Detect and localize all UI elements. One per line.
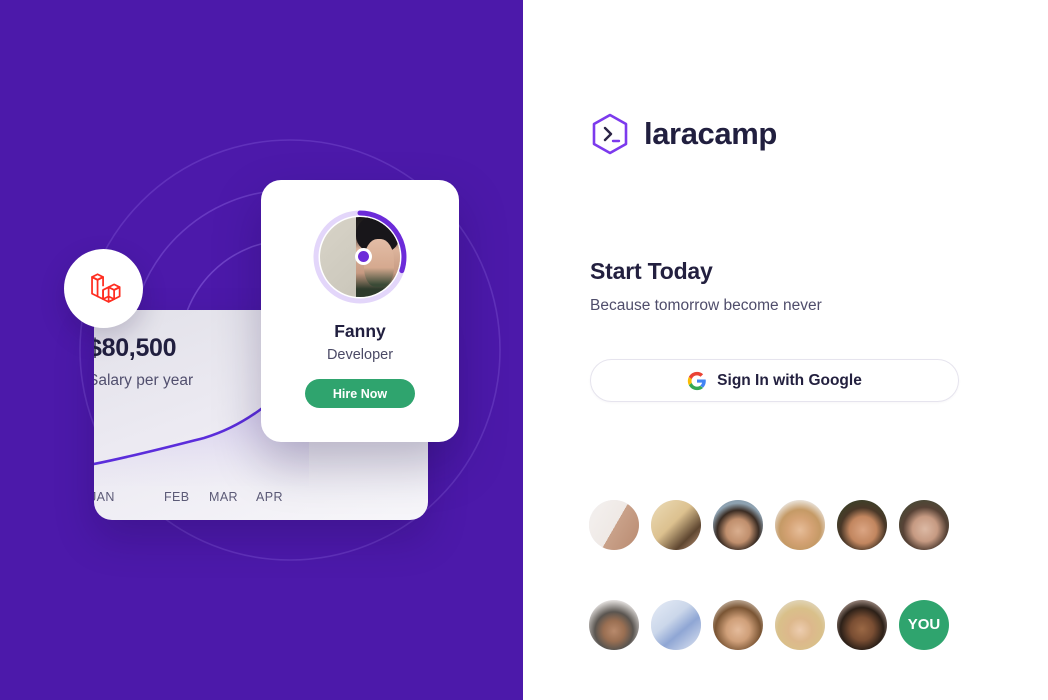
chart-month-labels: JAN FEB MAR APR: [94, 490, 428, 510]
laravel-badge: [64, 249, 143, 328]
member-avatar-3[interactable]: [713, 500, 763, 550]
avatar-row-2: YOU: [589, 600, 949, 650]
page-title: Start Today: [590, 258, 713, 284]
member-avatar-6[interactable]: [899, 500, 949, 550]
left-hero-panel: $80,500 Salary per year JAN FEB MAR APR: [0, 0, 523, 700]
google-g-icon: [688, 371, 706, 390]
member-avatar-5[interactable]: [837, 500, 887, 550]
member-avatar-2[interactable]: [651, 500, 701, 550]
chart-tick-apr: APR: [256, 490, 283, 504]
profile-card: Fanny Developer Hire Now: [261, 180, 459, 442]
member-avatar-10[interactable]: [775, 600, 825, 650]
right-auth-panel: laracamp Start Today Because tomorrow be…: [523, 0, 1048, 700]
hexagon-terminal-icon: [592, 113, 628, 155]
laravel-logo-icon: [90, 272, 121, 303]
ring-progress-dot: [355, 248, 372, 265]
chart-tick-jan: JAN: [94, 490, 115, 504]
signup-page: $80,500 Salary per year JAN FEB MAR APR: [0, 0, 1048, 700]
chart-tick-mar: MAR: [209, 490, 238, 504]
hire-now-button[interactable]: Hire Now: [305, 379, 415, 408]
you-avatar[interactable]: YOU: [899, 600, 949, 650]
brand-name: laracamp: [644, 116, 777, 151]
member-avatar-1[interactable]: [589, 500, 639, 550]
profile-name: Fanny: [334, 321, 386, 341]
member-avatar-11[interactable]: [837, 600, 887, 650]
sign-in-with-google-button[interactable]: Sign In with Google: [590, 359, 959, 402]
member-avatar-9[interactable]: [713, 600, 763, 650]
brand-logo: laracamp: [590, 113, 777, 155]
profile-role: Developer: [326, 347, 394, 363]
member-avatar-4[interactable]: [775, 500, 825, 550]
avatar-progress-ring: [311, 208, 409, 306]
avatar-row-1: [589, 500, 949, 550]
page-subtitle: Because tomorrow become never: [590, 297, 822, 314]
member-avatar-7[interactable]: [589, 600, 639, 650]
chart-tick-feb: FEB: [164, 490, 190, 504]
member-avatar-8[interactable]: [651, 600, 701, 650]
community-avatars: YOU: [589, 500, 949, 700]
google-button-label: Sign In with Google: [717, 371, 862, 389]
